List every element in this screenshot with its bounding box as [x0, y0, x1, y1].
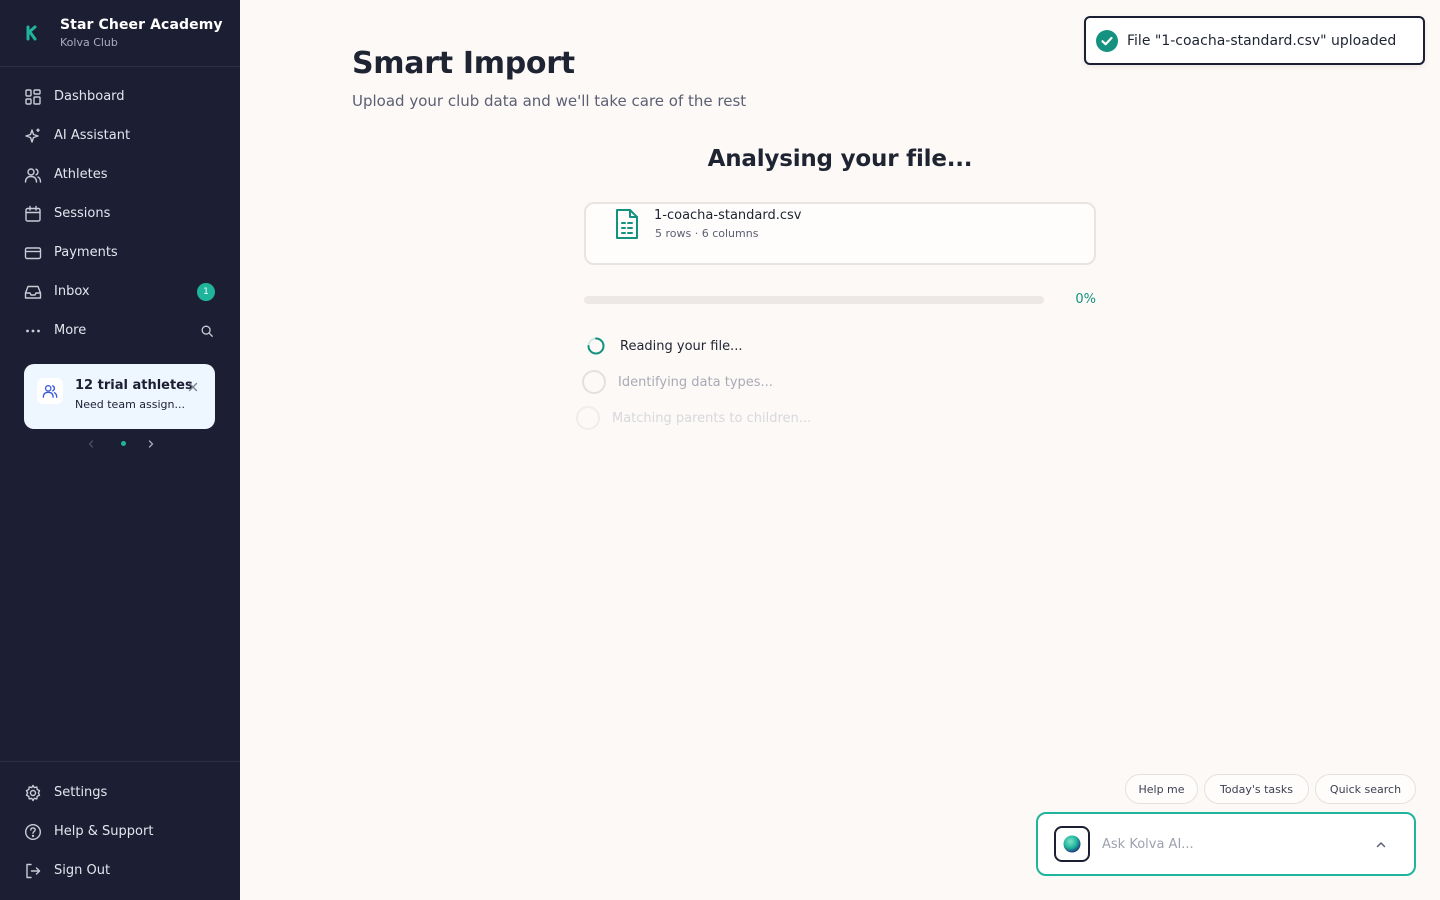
search-icon[interactable]: [199, 323, 215, 339]
carousel-dot-active[interactable]: [120, 440, 126, 446]
club-subtitle: Kolva Club: [60, 36, 118, 49]
inbox-icon: [24, 283, 42, 301]
nav-label: Dashboard: [54, 89, 125, 104]
analysis-heading: Analysing your file...: [707, 146, 973, 172]
step-reading: Reading your file...: [584, 334, 742, 358]
promo-subtitle: Need team assign...: [75, 398, 185, 411]
step-identifying: Identifying data types...: [582, 370, 773, 394]
page-subtitle: Upload your club data and we'll take car…: [352, 92, 747, 110]
upload-success-toast[interactable]: File "1-coacha-standard.csv" uploaded: [1084, 16, 1425, 65]
chevron-up-icon[interactable]: [1374, 837, 1388, 851]
brand-header[interactable]: Star Cheer Academy Kolva Club: [0, 0, 240, 67]
chevron-right-icon[interactable]: [146, 434, 156, 453]
nav-item-payments[interactable]: Payments: [0, 233, 240, 272]
nav-item-more[interactable]: More: [0, 311, 240, 350]
step-matching: Matching parents to children...: [576, 406, 811, 430]
nav-label: Sessions: [54, 206, 111, 221]
more-dots-icon: [24, 322, 42, 340]
nav-item-dashboard[interactable]: Dashboard: [0, 77, 240, 116]
kolva-logo-icon: [22, 23, 42, 43]
sidebar-bottom-nav: Settings Help & Support Sign Out: [0, 761, 240, 890]
users-icon: [37, 378, 63, 404]
todays-tasks-chip[interactable]: Today's tasks: [1204, 774, 1309, 804]
nav-label: Sign Out: [54, 863, 111, 878]
step-label: Matching parents to children...: [612, 410, 812, 426]
chevron-left-icon[interactable]: [86, 434, 96, 453]
sidebar: Star Cheer Academy Kolva Club Dashboard …: [0, 0, 240, 900]
log-out-icon: [24, 862, 42, 880]
pending-circle-icon: [576, 406, 600, 430]
toast-message: File "1-coacha-standard.csv" uploaded: [1127, 32, 1397, 49]
nav-item-ai-assistant[interactable]: AI Assistant: [0, 116, 240, 155]
nav-label: Settings: [54, 785, 108, 800]
file-meta: 5 rows · 6 columns: [655, 227, 759, 240]
nav-item-inbox[interactable]: Inbox 1: [0, 272, 240, 311]
ask-ai-input[interactable]: [1102, 836, 1374, 852]
nav-label: More: [54, 323, 87, 338]
calendar-icon: [24, 205, 42, 223]
spinner-icon: [584, 334, 608, 358]
nav-label: Athletes: [54, 167, 108, 182]
nav-item-settings[interactable]: Settings: [0, 773, 240, 812]
nav-item-help[interactable]: Help & Support: [0, 812, 240, 851]
nav-item-sign-out[interactable]: Sign Out: [0, 851, 240, 890]
nav-label: AI Assistant: [54, 128, 131, 143]
ai-orb-icon: [1054, 826, 1090, 862]
help-me-chip[interactable]: Help me: [1125, 774, 1198, 804]
nav-label: Payments: [54, 245, 118, 260]
nav-label: Help & Support: [54, 824, 154, 839]
inbox-count-badge: 1: [197, 282, 215, 301]
step-label: Reading your file...: [620, 338, 743, 354]
progress-bar: [584, 296, 1044, 304]
close-icon[interactable]: [187, 378, 199, 392]
promo-carousel: [86, 436, 156, 450]
users-icon: [24, 166, 42, 184]
nav-label: Inbox: [54, 284, 90, 299]
sparkles-icon: [24, 127, 42, 145]
club-name: Star Cheer Academy: [60, 17, 223, 33]
nav-item-athletes[interactable]: Athletes: [0, 155, 240, 194]
trial-athletes-card[interactable]: 12 trial athletes Need team assign...: [24, 364, 215, 429]
quick-search-chip[interactable]: Quick search: [1315, 774, 1416, 804]
nav-item-sessions[interactable]: Sessions: [0, 194, 240, 233]
spreadsheet-file-icon: [614, 208, 640, 240]
page-title: Smart Import: [352, 46, 575, 81]
pending-circle-icon: [582, 370, 606, 394]
dashboard-icon: [24, 88, 42, 106]
check-circle-icon: [1096, 29, 1118, 52]
promo-title: 12 trial athletes: [75, 378, 193, 393]
step-label: Identifying data types...: [618, 374, 773, 390]
gear-icon: [24, 784, 42, 802]
credit-card-icon: [24, 244, 42, 262]
progress-percentage: 0%: [1075, 292, 1096, 307]
file-name: 1-coacha-standard.csv: [654, 208, 802, 223]
file-card: 1-coacha-standard.csv 5 rows · 6 columns: [584, 202, 1096, 265]
main-nav: Dashboard AI Assistant Athletes Sessions…: [0, 67, 240, 350]
help-circle-icon: [24, 823, 42, 841]
ask-ai-bar[interactable]: [1036, 812, 1416, 876]
